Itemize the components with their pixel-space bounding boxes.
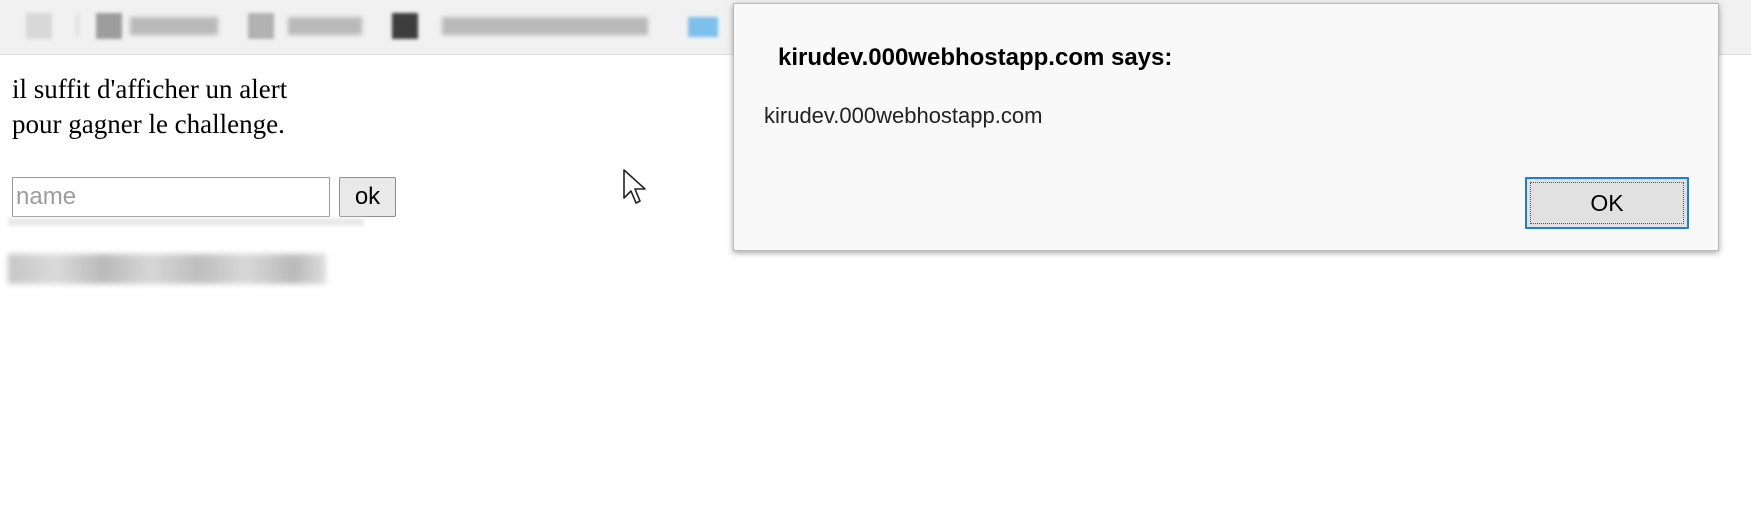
bookmark-item[interactable] (288, 17, 362, 35)
mouse-cursor-icon (623, 169, 646, 204)
separator (76, 14, 79, 36)
bookmark-icon[interactable] (26, 13, 52, 39)
instructions-line-1: il suffit d'afficher un alert (12, 74, 288, 104)
alert-message: kirudev.000webhostapp.com (764, 103, 1043, 128)
bookmark-item[interactable] (442, 17, 648, 35)
folder-icon[interactable] (248, 13, 274, 39)
alert-ok-button[interactable]: OK (1525, 177, 1689, 229)
redacted-output (8, 254, 326, 284)
instructions-line-2: pour gagner le challenge. (12, 109, 285, 139)
bookmark-item[interactable] (130, 17, 218, 35)
alert-dialog: kirudev.000webhostapp.com says: kirudev.… (733, 3, 1719, 251)
name-input[interactable] (12, 177, 330, 217)
alert-ok-label: OK (1590, 189, 1624, 216)
bookmark-icon[interactable] (392, 13, 418, 39)
bookmark-icon[interactable] (96, 13, 122, 39)
challenge-instructions: il suffit d'afficher un alert pour gagne… (12, 72, 287, 142)
alert-title: kirudev.000webhostapp.com says: (778, 44, 1173, 71)
submit-ok-button[interactable]: ok (339, 177, 396, 217)
redacted-strip (8, 218, 364, 226)
bookmark-icon[interactable] (688, 17, 718, 37)
